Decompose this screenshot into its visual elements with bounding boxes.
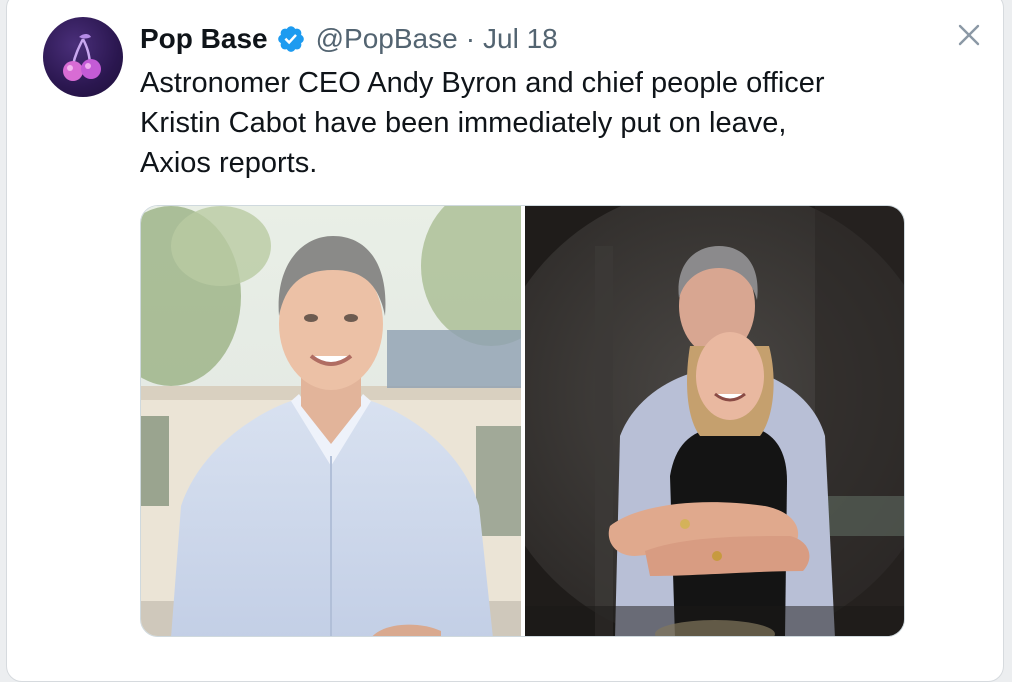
verified-badge-icon: [276, 24, 306, 54]
author-handle[interactable]: @PopBase: [316, 23, 458, 55]
photo-concert-kiss-cam[interactable]: [525, 206, 904, 636]
tweet-text: Astronomer CEO Andy Byron and chief peop…: [140, 63, 940, 183]
separator-dot: ·: [465, 23, 476, 54]
tweet-text-line: Axios reports.: [140, 147, 318, 179]
tweet-card[interactable]: Pop Base @PopBase · Jul 18 Astronomer CE…: [6, 0, 1004, 682]
avatar[interactable]: [43, 17, 123, 97]
tweet-header: Pop Base @PopBase · Jul 18: [140, 19, 558, 59]
photo-headshot[interactable]: [141, 206, 521, 636]
cherry-icon: [63, 34, 101, 81]
close-icon: [958, 24, 980, 46]
display-name[interactable]: Pop Base: [140, 23, 268, 55]
media-grid: [140, 205, 905, 637]
tweet-text-line: Astronomer CEO Andy Byron and chief peop…: [140, 67, 825, 99]
tweet-date[interactable]: Jul 18: [483, 23, 558, 55]
close-button[interactable]: [951, 17, 987, 53]
tweet-text-line: Kristin Cabot have been immediately put …: [140, 107, 787, 139]
